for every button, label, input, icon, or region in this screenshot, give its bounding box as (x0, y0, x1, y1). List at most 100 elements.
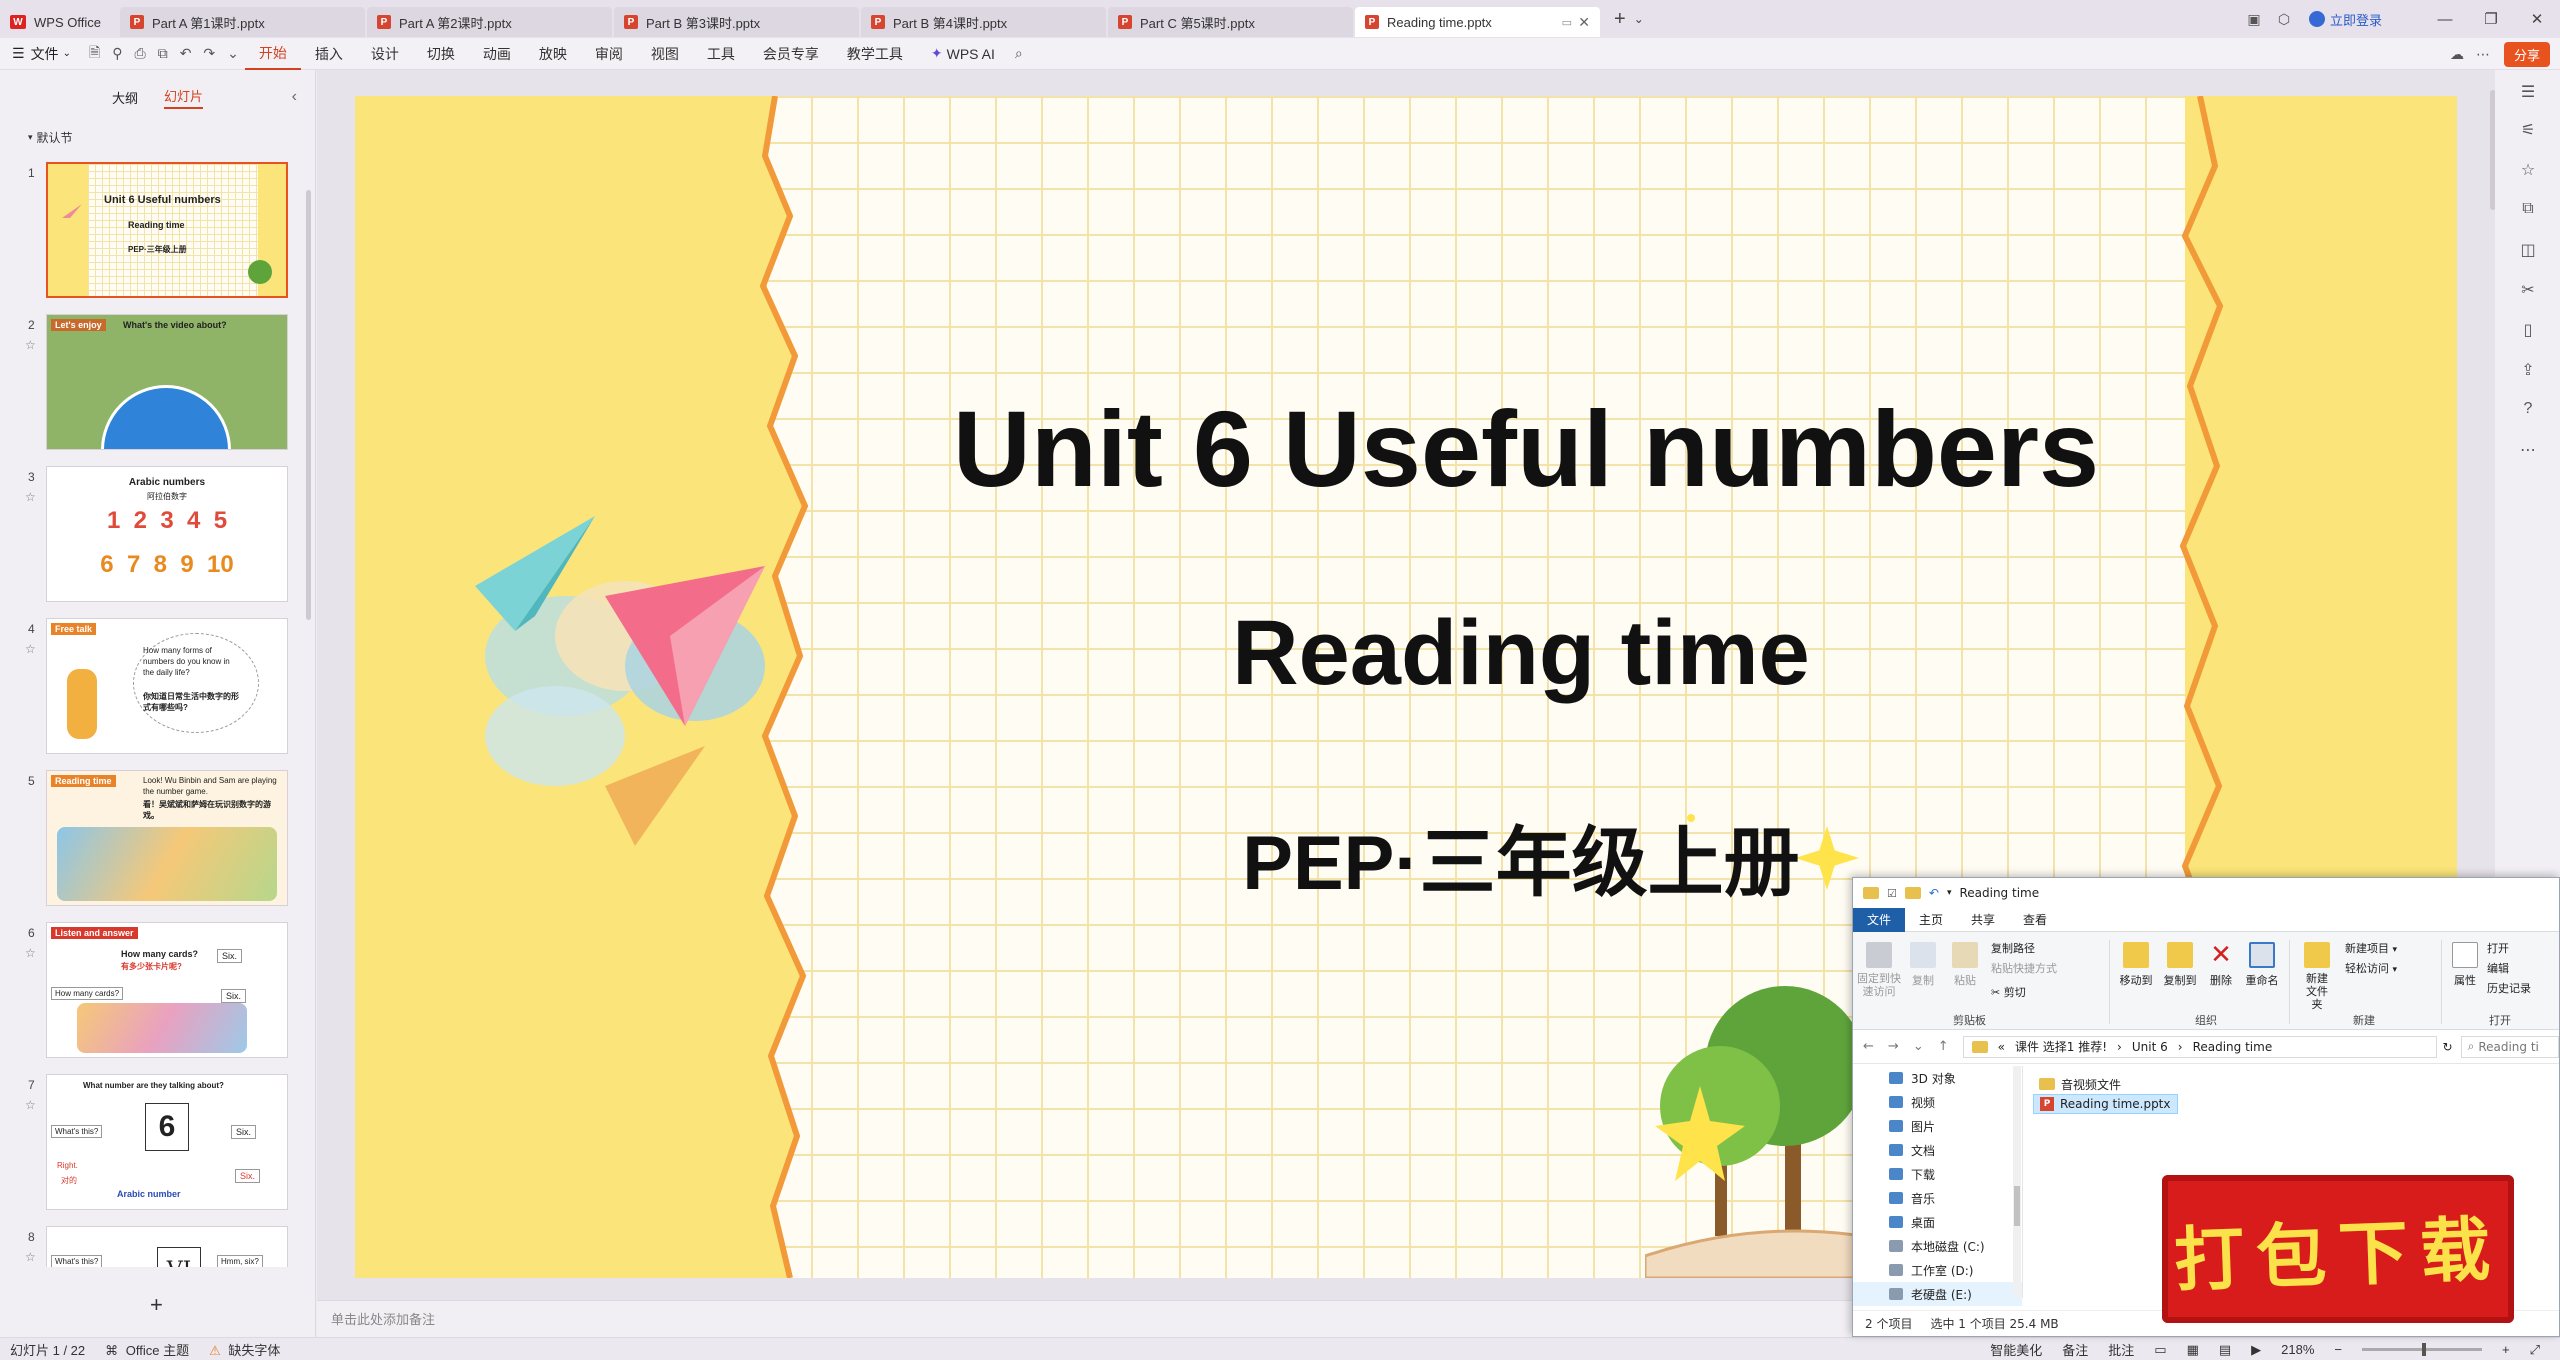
slide-title[interactable]: Unit 6 Useful numbers (355, 386, 2457, 511)
new-folder-button[interactable]: 新建文件夹 (2295, 942, 2339, 1011)
slide-thumbnail[interactable]: Unit 6 Useful numbers Reading time PEP·三… (46, 162, 288, 298)
paste-shortcut-button[interactable]: 粘贴快捷方式 (1991, 960, 2057, 976)
menu-member[interactable]: 会员专享 (749, 38, 833, 70)
chevron-down-icon[interactable]: ⌄ (221, 45, 245, 62)
new-item-button[interactable]: 新建项目 ▾ (2345, 940, 2397, 956)
window-icon[interactable]: ▭ (1562, 16, 1572, 29)
tab-slides[interactable]: 幻灯片 (164, 86, 204, 109)
help-icon[interactable]: ? (2517, 400, 2539, 422)
restore-icon[interactable]: ❐ (2468, 10, 2514, 28)
star-icon[interactable]: ☆ (25, 642, 36, 656)
more-icon[interactable]: ⋯ (2470, 46, 2496, 63)
sliders-icon[interactable]: ☰ (2517, 82, 2539, 104)
notes-toggle[interactable]: 备注 (2052, 1340, 2098, 1359)
shape-icon[interactable]: ◫ (2517, 240, 2539, 262)
slide-thumbnail[interactable]: What number are they talking about? What… (46, 1074, 288, 1210)
nav-item[interactable]: 音乐 (1853, 1186, 2022, 1210)
nav-item[interactable]: 3D 对象 (1853, 1066, 2022, 1090)
zoom-in-icon[interactable]: + (2492, 1342, 2520, 1357)
print-icon[interactable]: ⎙ (128, 45, 151, 62)
save-icon[interactable]: 🗎 (83, 42, 106, 66)
file-menu[interactable]: ☰ 文件 ⌄ (0, 44, 83, 64)
nav-item[interactable]: 桌面 (1853, 1210, 2022, 1234)
menu-insert[interactable]: 插入 (301, 38, 357, 70)
slide-thumbnail[interactable]: Arabic numbers 阿拉伯数字 1 2 3 4 5 6 7 8 9 1… (46, 466, 288, 602)
tab-outline[interactable]: 大纲 (112, 88, 138, 107)
slide-thumbnail[interactable]: Reading time Look! Wu Binbin and Sam are… (46, 770, 288, 906)
nav-item[interactable]: 工作室 (D:) (1853, 1258, 2022, 1282)
close-tab-icon[interactable]: ✕ (1578, 14, 1590, 31)
nav-item-selected[interactable]: 老硬盘 (E:) (1853, 1282, 2022, 1306)
forward-icon[interactable]: → (1888, 1039, 1899, 1054)
file-item-selected[interactable]: P Reading time.pptx (2033, 1094, 2178, 1114)
theme-button[interactable]: ⌘ Office 主题 (95, 1340, 199, 1359)
redo-icon[interactable]: ↷ (197, 45, 221, 62)
find-icon[interactable]: ⚲ (106, 45, 128, 62)
cut-button[interactable]: ✂ 剪切 (1991, 984, 2026, 1000)
thumbnail-row[interactable]: 1 Unit 6 Useful numbers Reading time PEP… (0, 162, 316, 300)
add-slide-icon[interactable]: + (150, 1292, 163, 1318)
slide-thumbnail[interactable]: Let's enjoy What's the video about? (46, 314, 288, 450)
breadcrumb-item[interactable]: 课件 选择1 推荐! (2015, 1038, 2107, 1055)
undo-icon[interactable]: ↶ (1929, 886, 1939, 900)
menu-animation[interactable]: 动画 (469, 38, 525, 70)
thumbnail-row[interactable]: 6 ☆ Listen and answer How many cards? 有多… (0, 922, 316, 1060)
slide-thumbnail[interactable]: What's this? VI Hmm, six? (46, 1226, 288, 1267)
menu-design[interactable]: 设计 (357, 38, 413, 70)
play-icon[interactable]: ▶ (2241, 1342, 2271, 1358)
menu-transition[interactable]: 切换 (413, 38, 469, 70)
explorer-tab-file[interactable]: 文件 (1853, 907, 1906, 932)
rename-button[interactable]: 重命名 (2241, 942, 2283, 988)
preview-icon[interactable]: ⧉ (152, 45, 174, 62)
nav-item[interactable]: 本地磁盘 (C:) (1853, 1234, 2022, 1258)
normal-view-icon[interactable]: ▭ (2144, 1342, 2176, 1358)
missing-font-button[interactable]: ⚠ 缺失字体 (199, 1340, 290, 1359)
star-icon[interactable]: ☆ (2517, 160, 2539, 182)
history-button[interactable]: 历史记录 (2487, 980, 2531, 996)
star-icon[interactable]: ☆ (25, 946, 36, 960)
copy-button[interactable]: 复制 (1903, 942, 1943, 988)
reading-view-icon[interactable]: ▤ (2209, 1342, 2241, 1358)
menu-view[interactable]: 视图 (637, 38, 693, 70)
cube-icon[interactable]: ⬡ (2269, 11, 2299, 28)
open-button[interactable]: 打开 (2487, 940, 2509, 956)
close-icon[interactable]: ✕ (2514, 10, 2560, 28)
menu-teaching-tools[interactable]: 教学工具 (833, 38, 917, 70)
add-tab-icon[interactable]: + (1614, 8, 1626, 31)
properties-button[interactable]: 属性 (2447, 942, 2483, 988)
file-item[interactable]: 音视频文件 (2033, 1074, 2178, 1094)
address-bar[interactable]: « 课件 选择1 推荐! › Unit 6 › Reading time (1962, 1035, 2437, 1058)
explorer-tab-view[interactable]: 查看 (2009, 908, 2061, 932)
zoom-slider[interactable] (2362, 1343, 2482, 1356)
login-button[interactable]: 立即登录 (2308, 10, 2382, 29)
share-button[interactable]: 分享 (2503, 41, 2550, 67)
tab-document[interactable]: P Part C 第5课时.pptx (1108, 7, 1353, 37)
panel-scrollbar[interactable] (306, 190, 311, 620)
tools-icon[interactable]: ✂ (2517, 280, 2539, 302)
copy-to-button[interactable]: 复制到 (2159, 942, 2201, 988)
star-icon[interactable]: ☆ (25, 338, 36, 352)
explorer-titlebar[interactable]: ☑ ↶ ▾ Reading time (1853, 878, 2559, 908)
slide-thumbnail[interactable]: Listen and answer How many cards? 有多少张卡片… (46, 922, 288, 1058)
thumbnail-row[interactable]: 2 ☆ Let's enjoy What's the video about? (0, 314, 316, 452)
star-icon[interactable]: ☆ (25, 1098, 36, 1112)
refresh-icon[interactable]: ↻ (2443, 1040, 2453, 1054)
tab-document[interactable]: P Part A 第1课时.pptx (120, 7, 365, 37)
paste-button[interactable]: 粘贴 (1945, 942, 1985, 988)
up-icon[interactable]: ↑ (1938, 1039, 1949, 1054)
chevron-down-icon[interactable]: ▾ (1947, 888, 1952, 898)
cloud-icon[interactable]: ☁ (2444, 46, 2470, 63)
star-icon[interactable]: ☆ (25, 490, 36, 504)
share-icon[interactable]: ⇪ (2517, 360, 2539, 382)
tab-document[interactable]: P Part B 第3课时.pptx (614, 7, 859, 37)
section-header[interactable]: ▾ 默认节 (0, 124, 315, 150)
tab-document[interactable]: P Part B 第4课时.pptx (861, 7, 1106, 37)
menu-tools[interactable]: 工具 (693, 38, 749, 70)
explorer-tab-home[interactable]: 主页 (1905, 908, 1957, 932)
thumbnail-row[interactable]: 4 ☆ Free talk How many forms of numbers … (0, 618, 316, 756)
sorter-view-icon[interactable]: ▦ (2177, 1342, 2209, 1358)
slide-subtitle[interactable]: Reading time (355, 601, 2457, 706)
delete-button[interactable]: ✕ 删除 (2203, 942, 2239, 988)
breadcrumb-item[interactable]: Unit 6 (2132, 1040, 2168, 1054)
breadcrumb-root[interactable]: « (1998, 1040, 2005, 1054)
